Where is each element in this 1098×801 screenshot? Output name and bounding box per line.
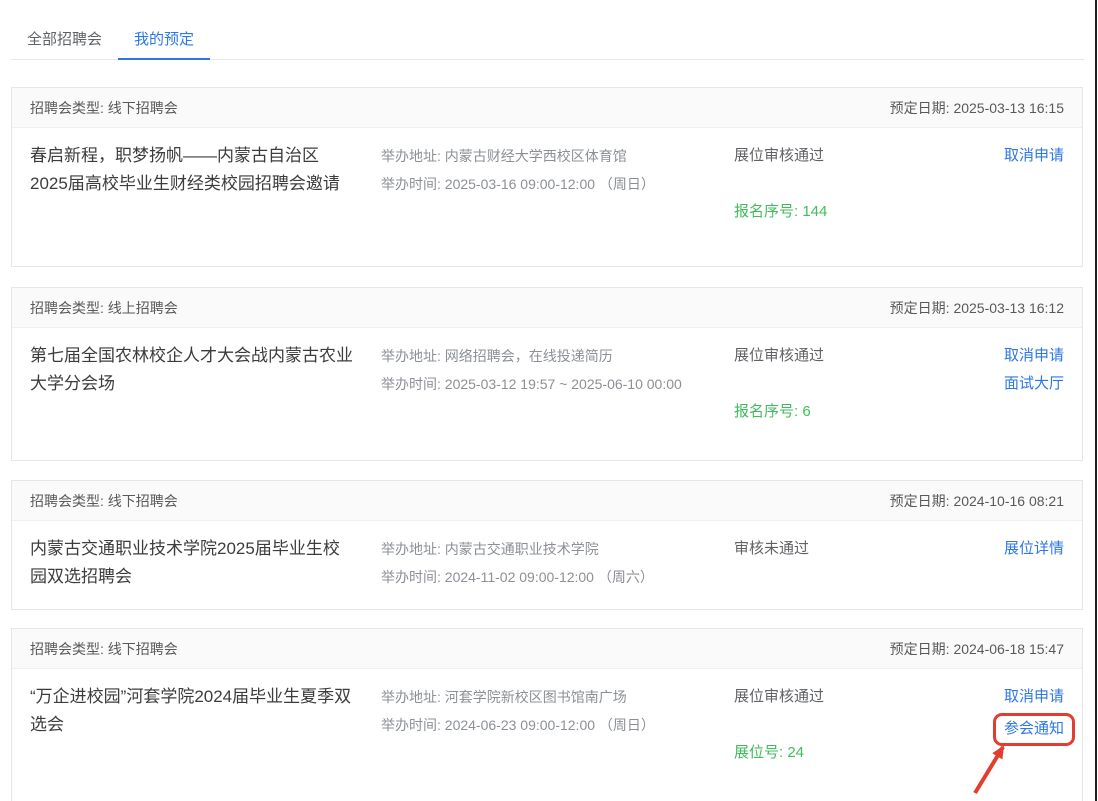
fair-time: 举办时间: 2024-11-02 09:00-12:00 （周六） (381, 563, 734, 591)
review-status: 展位审核通过 (734, 683, 904, 711)
fair-details: 举办地址: 河套学院新校区图书馆南广场 举办时间: 2024-06-23 09:… (381, 683, 734, 767)
booking-date: 预定日期: 2024-10-16 08:21 (890, 491, 1064, 511)
fair-address: 举办地址: 内蒙古财经大学西校区体育馆 (381, 142, 734, 170)
fair-title: “万企进校园”河套学院2024届毕业生夏季双选会 (30, 683, 381, 767)
card-body: “万企进校园”河套学院2024届毕业生夏季双选会 举办地址: 河套学院新校区图书… (12, 669, 1082, 767)
booking-date: 预定日期: 2025-03-13 16:12 (890, 298, 1064, 318)
tab-my-bookings[interactable]: 我的预定 (118, 28, 210, 59)
booking-card: 招聘会类型: 线下招聘会 预定日期: 2024-10-16 08:21 内蒙古交… (11, 480, 1083, 610)
booking-date: 预定日期: 2025-03-13 16:15 (890, 98, 1064, 118)
interview-hall-link[interactable]: 面试大厅 (904, 370, 1064, 398)
cancel-apply-link[interactable]: 取消申请 (904, 342, 1064, 370)
attend-notice-link[interactable]: 参会通知 (1004, 717, 1064, 741)
registration-number: 报名序号: 144 (734, 198, 904, 226)
card-header: 招聘会类型: 线下招聘会 预定日期: 2024-06-18 15:47 (12, 629, 1082, 669)
fair-title: 春启新程，职梦扬帆——内蒙古自治区2025届高校毕业生财经类校园招聘会邀请 (30, 142, 381, 226)
review-status: 审核未通过 (734, 535, 904, 563)
fair-title: 内蒙古交通职业技术学院2025届毕业生校园双选招聘会 (30, 535, 381, 591)
fair-address: 举办地址: 河套学院新校区图书馆南广场 (381, 683, 734, 711)
booking-list-page: 全部招聘会 我的预定 招聘会类型: 线下招聘会 预定日期: 2025-03-13… (0, 0, 1098, 801)
fair-time: 举办时间: 2025-03-12 19:57 ~ 2025-06-10 00:0… (381, 370, 734, 398)
card-body: 春启新程，职梦扬帆——内蒙古自治区2025届高校毕业生财经类校园招聘会邀请 举办… (12, 128, 1082, 226)
fair-type: 招聘会类型: 线上招聘会 (30, 298, 178, 318)
fair-address: 举办地址: 内蒙古交通职业技术学院 (381, 535, 734, 563)
card-header: 招聘会类型: 线下招聘会 预定日期: 2024-10-16 08:21 (12, 481, 1082, 521)
tab-bar: 全部招聘会 我的预定 (11, 28, 1084, 60)
window-edge (1095, 0, 1097, 801)
status-column: 审核未通过 (734, 535, 904, 591)
fair-details: 举办地址: 内蒙古交通职业技术学院 举办时间: 2024-11-02 09:00… (381, 535, 734, 591)
card-header: 招聘会类型: 线上招聘会 预定日期: 2025-03-13 16:12 (12, 288, 1082, 328)
booking-date: 预定日期: 2024-06-18 15:47 (890, 639, 1064, 659)
booking-card: 招聘会类型: 线下招聘会 预定日期: 2024-06-18 15:47 “万企进… (11, 628, 1083, 801)
review-status: 展位审核通过 (734, 142, 904, 170)
annotation-highlight-box: 参会通知 (993, 713, 1075, 746)
status-column: 展位审核通过 报名序号: 6 (734, 342, 904, 426)
actions-column: 取消申请 面试大厅 (904, 342, 1064, 426)
fair-time: 举办时间: 2024-06-23 09:00-12:00 （周日） (381, 711, 734, 739)
registration-number: 报名序号: 6 (734, 398, 904, 426)
booth-number: 展位号: 24 (734, 739, 904, 767)
review-status: 展位审核通过 (734, 342, 904, 370)
fair-details: 举办地址: 网络招聘会，在线投递简历 举办时间: 2025-03-12 19:5… (381, 342, 734, 426)
card-header: 招聘会类型: 线下招聘会 预定日期: 2025-03-13 16:15 (12, 88, 1082, 128)
tab-all-job-fairs[interactable]: 全部招聘会 (11, 28, 118, 59)
fair-time: 举办时间: 2025-03-16 09:00-12:00 （周日） (381, 170, 734, 198)
actions-column: 取消申请 (904, 142, 1064, 226)
fair-address: 举办地址: 网络招聘会，在线投递简历 (381, 342, 734, 370)
fair-type: 招聘会类型: 线下招聘会 (30, 639, 178, 659)
booth-detail-link[interactable]: 展位详情 (904, 535, 1064, 563)
actions-column: 展位详情 (904, 535, 1064, 591)
actions-column: 取消申请 参会通知 (904, 683, 1064, 767)
fair-title: 第七届全国农林校企人才大会战内蒙古农业大学分会场 (30, 342, 381, 426)
fair-details: 举办地址: 内蒙古财经大学西校区体育馆 举办时间: 2025-03-16 09:… (381, 142, 734, 226)
booking-card: 招聘会类型: 线上招聘会 预定日期: 2025-03-13 16:12 第七届全… (11, 287, 1083, 461)
fair-type: 招聘会类型: 线下招聘会 (30, 98, 178, 118)
cancel-apply-link[interactable]: 取消申请 (904, 142, 1064, 170)
status-column: 展位审核通过 展位号: 24 (734, 683, 904, 767)
status-column: 展位审核通过 报名序号: 144 (734, 142, 904, 226)
booking-card: 招聘会类型: 线下招聘会 预定日期: 2025-03-13 16:15 春启新程… (11, 87, 1083, 267)
card-body: 内蒙古交通职业技术学院2025届毕业生校园双选招聘会 举办地址: 内蒙古交通职业… (12, 521, 1082, 591)
cancel-apply-link[interactable]: 取消申请 (904, 683, 1064, 711)
card-body: 第七届全国农林校企人才大会战内蒙古农业大学分会场 举办地址: 网络招聘会，在线投… (12, 328, 1082, 426)
fair-type: 招聘会类型: 线下招聘会 (30, 491, 178, 511)
